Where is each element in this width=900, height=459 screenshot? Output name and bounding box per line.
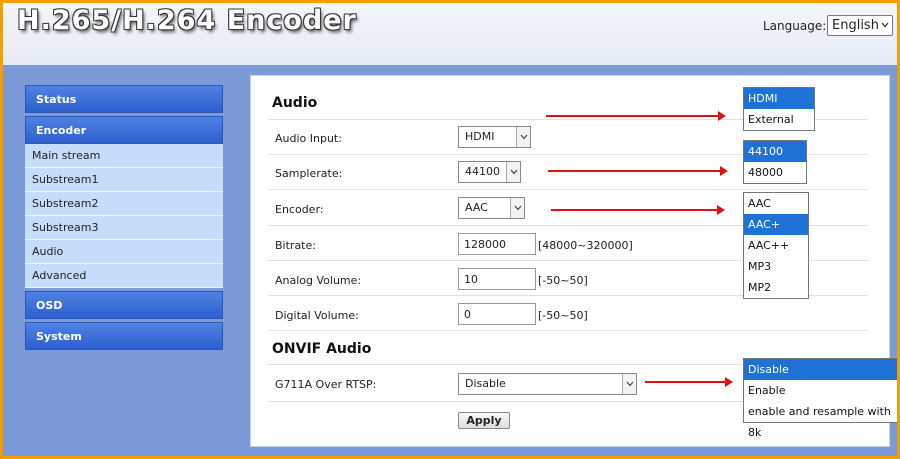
onvif-section-title: ONVIF Audio	[272, 341, 372, 357]
g711a-select[interactable]: Disable	[458, 373, 637, 395]
bitrate-label: Bitrate:	[275, 239, 316, 252]
audio-input-label: Audio Input:	[275, 132, 342, 145]
chevron-down-icon	[506, 162, 520, 182]
page-frame: H.265/H.264 Encoder Language: English St…	[0, 0, 900, 459]
sidebar-item-advanced[interactable]: Advanced	[25, 264, 223, 288]
chevron-down-icon	[510, 198, 524, 218]
samplerate-select[interactable]: 44100	[458, 161, 521, 183]
sidebar-item-encoder[interactable]: Encoder	[25, 116, 223, 144]
sidebar: Status Encoder Main stream Substream1 Su…	[25, 85, 223, 353]
digital-volume-range: [-50~50]	[538, 309, 588, 322]
annotation-arrow	[546, 111, 726, 121]
sidebar-item-audio[interactable]: Audio	[25, 240, 223, 264]
sidebar-item-status[interactable]: Status	[25, 85, 223, 113]
sidebar-item-substream1[interactable]: Substream1	[25, 168, 223, 192]
sidebar-item-main-stream[interactable]: Main stream	[25, 144, 223, 168]
samplerate-label: Samplerate:	[275, 167, 343, 180]
samplerate-options: 44100 48000	[743, 140, 807, 184]
sidebar-item-substream2[interactable]: Substream2	[25, 192, 223, 216]
language-value: English	[832, 18, 879, 33]
encoder-options: AAC AAC+ AAC++ MP3 MP2	[743, 192, 809, 299]
audio-input-select[interactable]: HDMI	[458, 126, 531, 148]
header: H.265/H.264 Encoder Language: English	[3, 3, 897, 65]
bitrate-input[interactable]: 128000	[458, 233, 536, 255]
option-hdmi[interactable]: HDMI	[744, 88, 814, 109]
audio-input-options: HDMI External	[743, 87, 815, 131]
encoder-value: AAC	[465, 201, 488, 214]
encoder-select[interactable]: AAC	[458, 197, 525, 219]
chevron-down-icon	[622, 374, 636, 394]
option-enable-resample-8k[interactable]: enable and resample with 8k	[744, 401, 897, 439]
language-label: Language:	[763, 19, 827, 33]
option-48000[interactable]: 48000	[744, 162, 806, 183]
analog-volume-input[interactable]: 10	[458, 268, 536, 290]
apply-button[interactable]: Apply	[458, 412, 510, 429]
option-aac[interactable]: AAC	[744, 193, 808, 214]
audio-section-title: Audio	[272, 95, 318, 111]
analog-volume-range: [-50~50]	[538, 274, 588, 287]
sidebar-item-substream3[interactable]: Substream3	[25, 216, 223, 240]
language-select[interactable]: English	[827, 15, 893, 36]
option-mp3[interactable]: MP3	[744, 256, 808, 277]
option-enable[interactable]: Enable	[744, 380, 897, 401]
divider	[268, 330, 868, 331]
bitrate-range: [48000~320000]	[538, 239, 633, 252]
chevron-down-icon	[516, 127, 530, 147]
samplerate-value: 44100	[465, 165, 500, 178]
chevron-down-icon	[881, 22, 889, 28]
divider	[268, 189, 868, 190]
option-external[interactable]: External	[744, 109, 814, 130]
digital-volume-label: Digital Volume:	[275, 309, 359, 322]
audio-input-value: HDMI	[465, 130, 495, 143]
digital-volume-input[interactable]: 0	[458, 303, 536, 325]
option-44100[interactable]: 44100	[744, 141, 806, 162]
option-aac-plus-plus[interactable]: AAC++	[744, 235, 808, 256]
option-aac-plus[interactable]: AAC+	[744, 214, 808, 235]
sidebar-item-system[interactable]: System	[25, 322, 223, 350]
option-disable[interactable]: Disable	[744, 359, 897, 380]
annotation-arrow	[645, 377, 733, 387]
g711a-value: Disable	[465, 377, 506, 390]
annotation-arrow	[548, 166, 728, 176]
annotation-arrow	[551, 205, 725, 215]
encoder-label: Encoder:	[275, 203, 324, 216]
sidebar-item-osd[interactable]: OSD	[25, 291, 223, 319]
g711a-label: G711A Over RTSP:	[275, 378, 377, 391]
analog-volume-label: Analog Volume:	[275, 274, 362, 287]
option-mp2[interactable]: MP2	[744, 277, 808, 298]
g711a-options: Disable Enable enable and resample with …	[743, 358, 897, 439]
page-title: H.265/H.264 Encoder	[17, 5, 357, 36]
